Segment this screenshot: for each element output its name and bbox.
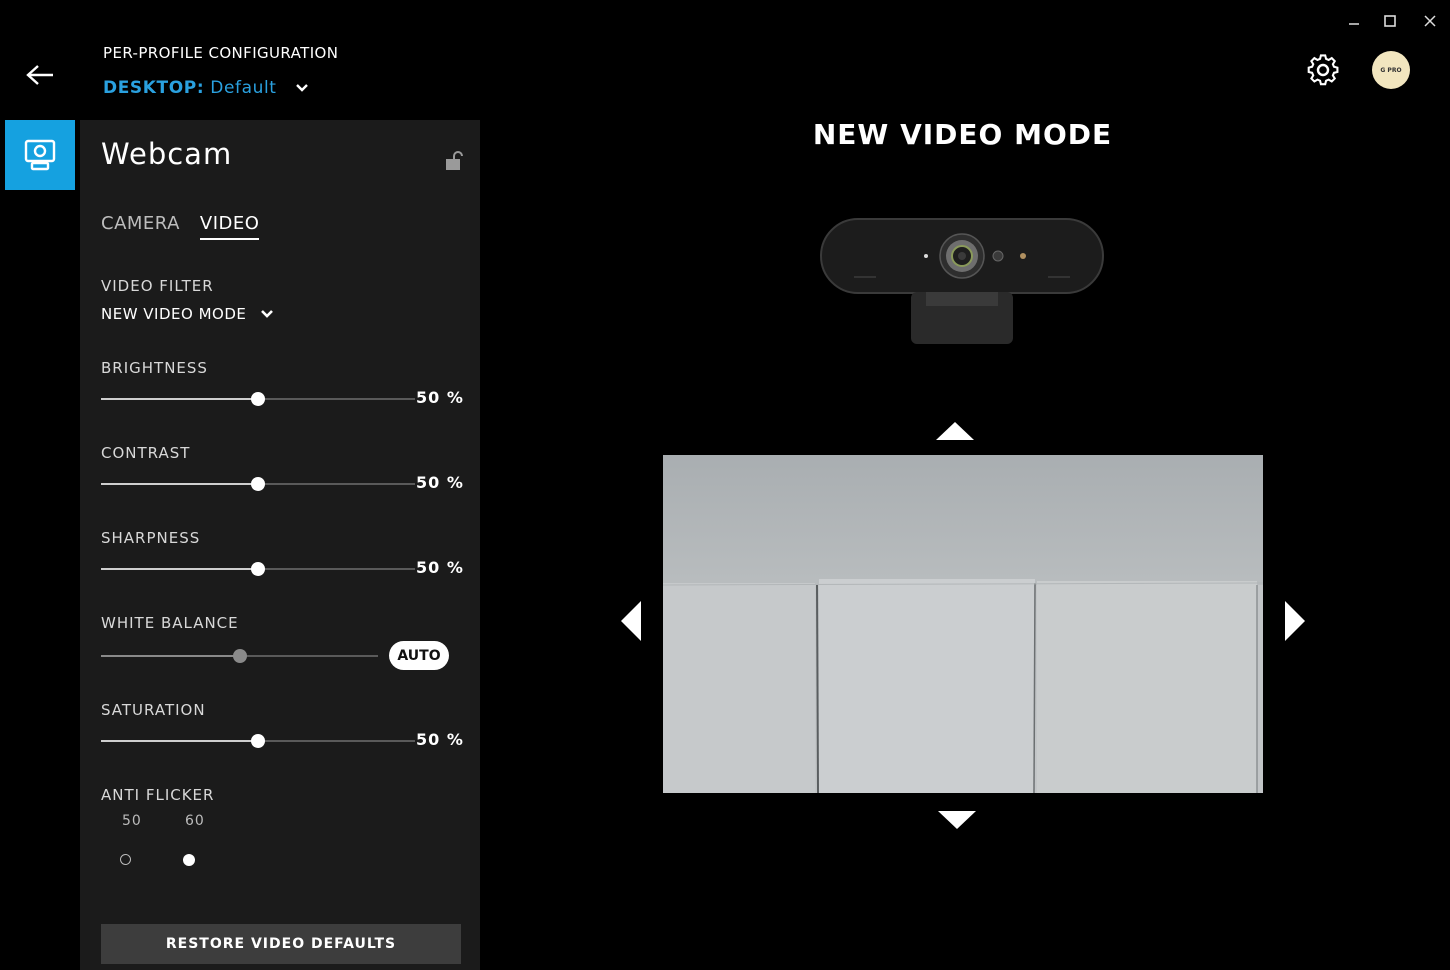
brightness-label: BRIGHTNESS [101, 359, 208, 377]
anti-flicker-option-label: 60 [185, 813, 205, 829]
contrast-value: 50 % [416, 473, 464, 492]
sharpness-value: 50 % [416, 558, 464, 577]
pan-right-button[interactable] [1284, 600, 1306, 646]
white-balance-slider[interactable] [101, 649, 378, 663]
webcam-image [816, 214, 1108, 348]
slider-fill [101, 398, 258, 400]
triangle-left-icon [621, 601, 641, 641]
video-filter-value: NEW VIDEO MODE [101, 305, 247, 323]
slider-thumb[interactable] [251, 392, 265, 406]
anti-flicker-50-radio[interactable] [120, 854, 131, 865]
slider-thumb[interactable] [251, 477, 265, 491]
slider-thumb[interactable] [251, 734, 265, 748]
settings-panel: Webcam CAMERA VIDEO VIDEO FILTER NEW VID… [80, 120, 480, 970]
contrast-label: CONTRAST [101, 444, 191, 462]
video-mode-title: NEW VIDEO MODE [812, 118, 1113, 151]
triangle-up-icon [936, 422, 974, 440]
sharpness-label: SHARPNESS [101, 529, 201, 547]
maximize-icon [1384, 15, 1396, 27]
pan-up-button[interactable] [935, 421, 975, 445]
contrast-slider[interactable] [101, 477, 415, 491]
slider-thumb[interactable] [232, 649, 247, 663]
tab-bar: CAMERA VIDEO [101, 213, 260, 240]
gear-icon [1307, 54, 1339, 86]
restore-defaults-button[interactable]: RESTORE VIDEO DEFAULTS [101, 924, 461, 964]
chevron-down-icon [261, 310, 274, 318]
anti-flicker-label: ANTI FLICKER [101, 786, 215, 804]
settings-button[interactable] [1305, 52, 1341, 88]
webcam-icon [24, 139, 56, 171]
triangle-right-icon [1285, 601, 1305, 641]
slider-fill [101, 483, 258, 485]
video-preview [663, 455, 1263, 793]
pan-down-button[interactable] [937, 810, 977, 834]
anti-flicker-60-radio[interactable] [183, 854, 195, 866]
profile-name: Default [210, 78, 277, 98]
device-tile-webcam[interactable] [5, 120, 75, 190]
slider-thumb[interactable] [251, 562, 265, 576]
saturation-value: 50 % [416, 730, 464, 749]
lock-button[interactable] [444, 150, 464, 172]
slider-fill [101, 655, 240, 657]
maximize-button[interactable] [1377, 8, 1403, 34]
panel-title: Webcam [101, 137, 233, 171]
tab-video[interactable]: VIDEO [199, 213, 260, 240]
section-title: PER-PROFILE CONFIGURATION [103, 44, 339, 62]
sharpness-slider[interactable] [101, 562, 415, 576]
tab-camera[interactable]: CAMERA [101, 213, 180, 240]
arrow-left-icon [26, 65, 53, 85]
saturation-label: SATURATION [101, 701, 206, 719]
white-balance-label: WHITE BALANCE [101, 614, 239, 632]
saturation-slider[interactable] [101, 734, 415, 748]
avatar[interactable]: G PRO [1372, 51, 1410, 89]
minimize-icon [1349, 23, 1359, 25]
video-filter-label: VIDEO FILTER [101, 277, 214, 295]
slider-fill [101, 740, 258, 742]
slider-fill [101, 568, 258, 570]
profile-prefix: DESKTOP: [103, 78, 205, 98]
minimize-button[interactable] [1341, 8, 1367, 34]
close-icon [1424, 15, 1436, 27]
anti-flicker-option-label: 50 [122, 813, 142, 829]
close-button[interactable] [1417, 8, 1443, 34]
triangle-down-icon [938, 811, 976, 829]
video-filter-dropdown[interactable]: NEW VIDEO MODE [101, 305, 274, 323]
avatar-label: G PRO [1380, 66, 1402, 74]
chevron-down-icon [295, 83, 309, 93]
unlock-icon [446, 151, 463, 170]
pan-left-button[interactable] [620, 600, 642, 646]
profile-selector[interactable]: DESKTOP: Default [103, 78, 309, 98]
brightness-slider[interactable] [101, 392, 415, 406]
back-button[interactable] [22, 58, 58, 92]
brightness-value: 50 % [416, 388, 464, 407]
white-balance-auto-toggle[interactable]: AUTO [389, 641, 449, 670]
